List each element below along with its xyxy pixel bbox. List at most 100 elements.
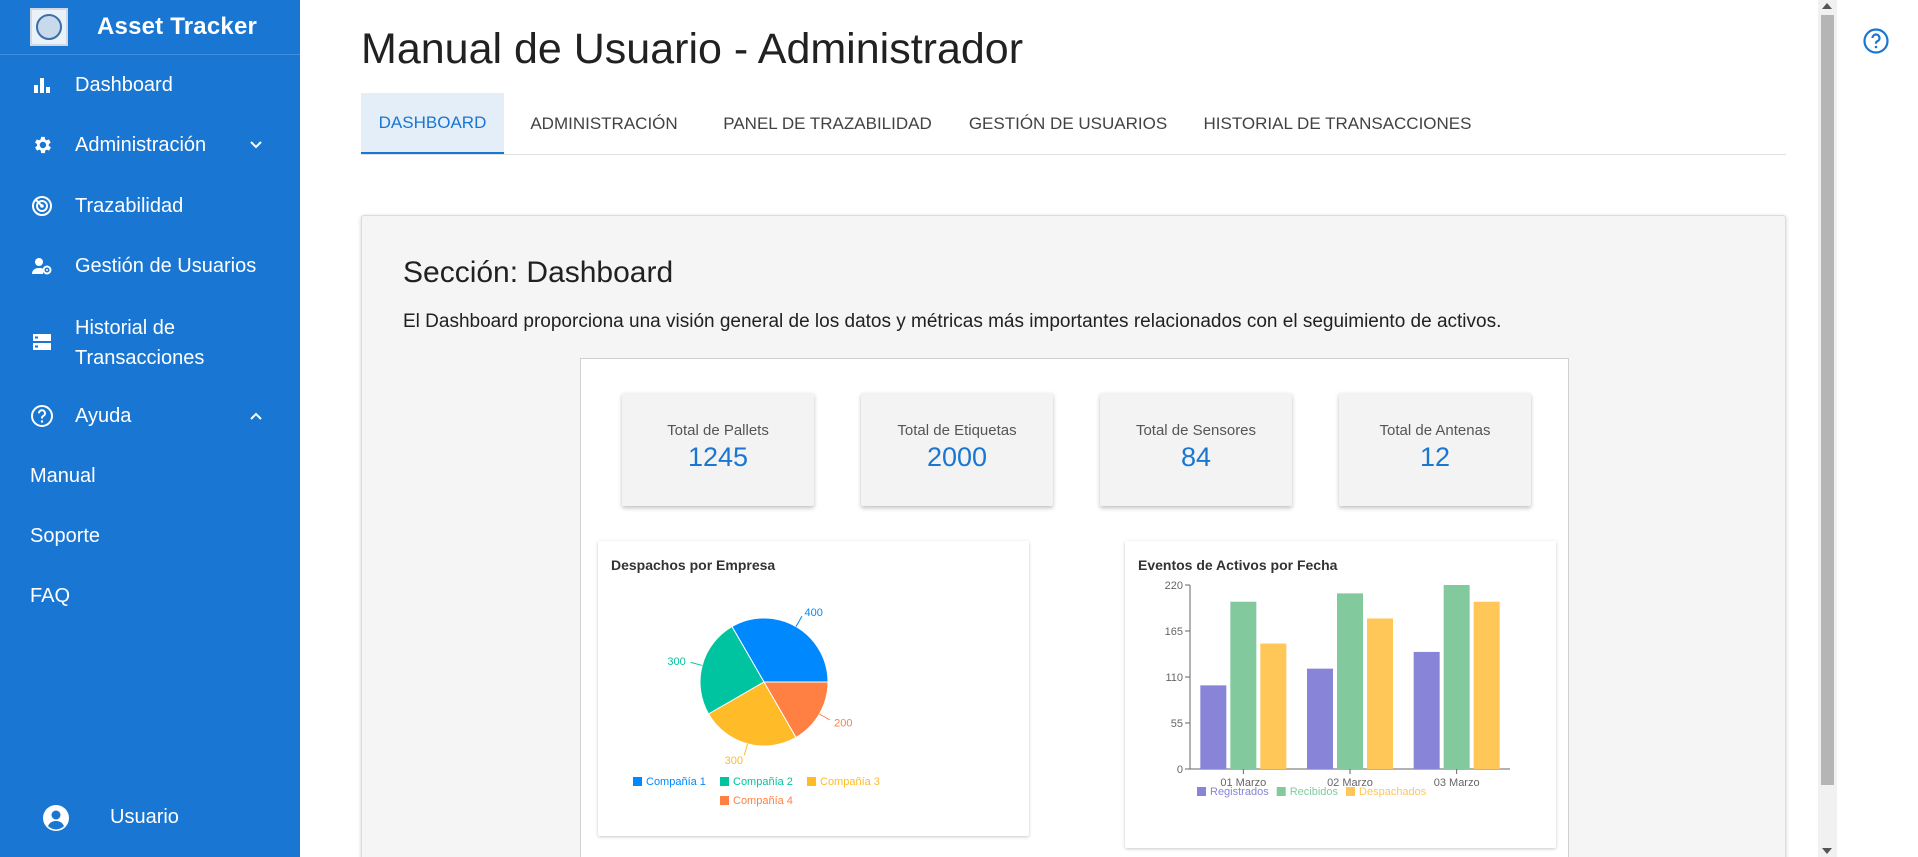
page-scrollbar[interactable] — [1818, 0, 1837, 857]
legend-label: Compañía 1 — [646, 776, 706, 788]
bar — [1337, 593, 1363, 769]
sidebar-item-gestion-usuarios[interactable]: Gestión de Usuarios — [0, 251, 300, 281]
tab-gestion-usuarios[interactable]: GESTIÓN DE USUARIOS — [951, 93, 1185, 154]
stat-label: Total de Pallets — [667, 422, 769, 439]
legend-label: Registrados — [1210, 786, 1269, 798]
sidebar: Asset Tracker Dashboard Administración T… — [0, 0, 300, 857]
pie-label-line — [795, 615, 803, 627]
x-tick-label: 03 Marzo — [1434, 777, 1480, 789]
legend-label: Recibidos — [1290, 786, 1339, 798]
legend-swatch — [1346, 787, 1356, 796]
stat-card-antenas: Total de Antenas 12 — [1339, 393, 1531, 506]
tab-historial-transacciones[interactable]: HISTORIAL DE TRANSACCIONES — [1185, 93, 1490, 154]
scroll-down-arrow[interactable] — [1822, 848, 1832, 854]
bar-chart-icon — [30, 73, 54, 97]
bar — [1260, 643, 1287, 769]
pie-chart: 400 300 300 200 Compañía 1 Compañía 2 Compañía… — [633, 607, 880, 807]
user-gear-icon — [30, 254, 54, 278]
sidebar-item-label-line2: Transacciones — [75, 347, 205, 369]
y-tick-label: 55 — [1171, 718, 1183, 730]
tab-panel-trazabilidad[interactable]: PANEL DE TRAZABILIDAD — [704, 93, 951, 154]
sidebar-subitem-soporte[interactable]: Soporte — [30, 525, 100, 548]
stat-value: 12 — [1419, 442, 1451, 472]
app-title: Asset Tracker — [97, 13, 258, 40]
chevron-down-icon[interactable] — [246, 135, 266, 155]
bar — [1230, 601, 1257, 769]
bar — [1307, 668, 1333, 769]
legend-label: Compañía 2 — [733, 776, 793, 788]
legend-swatch — [1197, 787, 1206, 796]
y-tick-label: 220 — [1165, 580, 1183, 592]
section-title: Sección: Dashboard — [403, 256, 674, 289]
legend-swatch — [720, 796, 729, 805]
bar — [1200, 685, 1227, 769]
stat-card-pallets: Total de Pallets 1245 — [622, 393, 814, 506]
sidebar-item-label: Dashboard — [75, 73, 173, 96]
help-circle-icon — [30, 404, 54, 428]
manual-section-card: Sección: Dashboard El Dashboard proporci… — [361, 215, 1786, 857]
sidebar-item-label: Ayuda — [75, 404, 132, 427]
sidebar-item-label: Historial de Transacciones — [75, 313, 204, 373]
stat-value: 84 — [1180, 442, 1212, 472]
legend-swatch — [1276, 787, 1286, 796]
stat-value: 1245 — [687, 442, 749, 472]
legend-label: Despachados — [1359, 786, 1427, 798]
section-description: El Dashboard proporciona una visión gene… — [403, 311, 1502, 332]
tab-administracion[interactable]: ADMINISTRACIÓN — [504, 93, 704, 154]
stat-value: 2000 — [926, 442, 988, 472]
legend-swatch — [633, 777, 642, 786]
pie-value-label: 200 — [834, 718, 852, 730]
dashboard-preview: Total de Pallets 1245 Total de Etiquetas… — [580, 358, 1569, 857]
pie-label-line — [743, 743, 748, 756]
bar — [1413, 651, 1440, 769]
stat-label: Total de Sensores — [1135, 422, 1257, 439]
help-icon[interactable] — [1862, 27, 1890, 55]
storage-icon — [30, 330, 54, 354]
bar-chart: 05511016522001 Marzo 02 Marzo 03 MarzoRegi… — [1165, 580, 1510, 798]
page-title: Manual de Usuario - Administrador — [361, 25, 1024, 73]
y-tick-label: 165 — [1165, 626, 1183, 638]
scroll-thumb[interactable] — [1821, 15, 1834, 785]
sidebar-item-label-line1: Historial de — [75, 317, 176, 339]
y-tick-label: 110 — [1165, 672, 1183, 684]
bar-chart-card: Eventos de Activos por Fecha 0 55 110 165 22… — [1125, 541, 1556, 848]
bar — [1367, 618, 1393, 769]
y-tick-label: 0 — [1177, 764, 1183, 776]
user-menu[interactable]: Usuario — [0, 800, 300, 836]
sidebar-item-ayuda[interactable]: Ayuda — [0, 401, 300, 431]
sidebar-item-label: Trazabilidad — [75, 194, 184, 217]
legend-label: Compañía 3 — [820, 776, 880, 788]
legend-label: Compañía 4 — [733, 795, 793, 807]
stat-card-etiquetas: Total de Etiquetas 2000 — [861, 393, 1053, 506]
sidebar-item-historial[interactable]: Historial de Transacciones — [0, 311, 300, 373]
sidebar-item-dashboard[interactable]: Dashboard — [0, 70, 300, 100]
pie-value-label: 300 — [725, 755, 743, 767]
sidebar-item-administracion[interactable]: Administración — [0, 130, 300, 160]
sidebar-item-label: Gestión de Usuarios — [75, 254, 257, 277]
user-name: Usuario — [110, 806, 179, 828]
pie-label-line — [819, 713, 831, 721]
sidebar-subitem-manual[interactable]: Manual — [30, 465, 96, 488]
pie-value-label: 300 — [667, 656, 685, 668]
legend-swatch — [807, 777, 816, 786]
stat-label: Total de Etiquetas — [897, 422, 1017, 439]
pie-label-line — [690, 661, 703, 666]
stat-label: Total de Antenas — [1379, 422, 1491, 439]
tab-dashboard[interactable]: DASHBOARD — [361, 93, 504, 154]
sidebar-subitem-faq[interactable]: FAQ — [30, 585, 70, 608]
bar — [1473, 601, 1500, 769]
gear-icon — [30, 133, 54, 157]
pie-value-label: 400 — [805, 607, 823, 619]
sidebar-item-label: Administración — [75, 133, 207, 156]
brand-header: Asset Tracker — [0, 0, 300, 55]
account-icon — [42, 804, 70, 832]
radar-icon — [30, 194, 54, 218]
stat-card-sensores: Total de Sensores 84 — [1100, 393, 1292, 506]
tab-bar: DASHBOARD ADMINISTRACIÓN PANEL DE TRAZAB… — [361, 93, 1786, 155]
chevron-up-icon[interactable] — [246, 406, 266, 426]
app-logo — [30, 8, 68, 46]
scroll-up-arrow[interactable] — [1822, 3, 1832, 9]
sidebar-item-trazabilidad[interactable]: Trazabilidad — [0, 191, 300, 221]
legend-swatch — [720, 777, 729, 786]
bar — [1443, 585, 1470, 769]
